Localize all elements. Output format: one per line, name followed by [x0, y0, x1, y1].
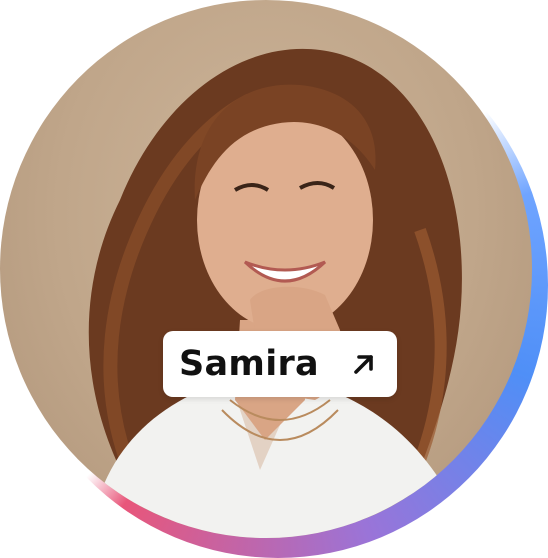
name-tag-button[interactable]: Samira	[163, 331, 397, 397]
profile-card: Samira	[0, 0, 548, 558]
profile-name: Samira	[179, 344, 319, 384]
profile-photo	[0, 0, 532, 538]
arrow-up-right-icon	[354, 355, 373, 374]
